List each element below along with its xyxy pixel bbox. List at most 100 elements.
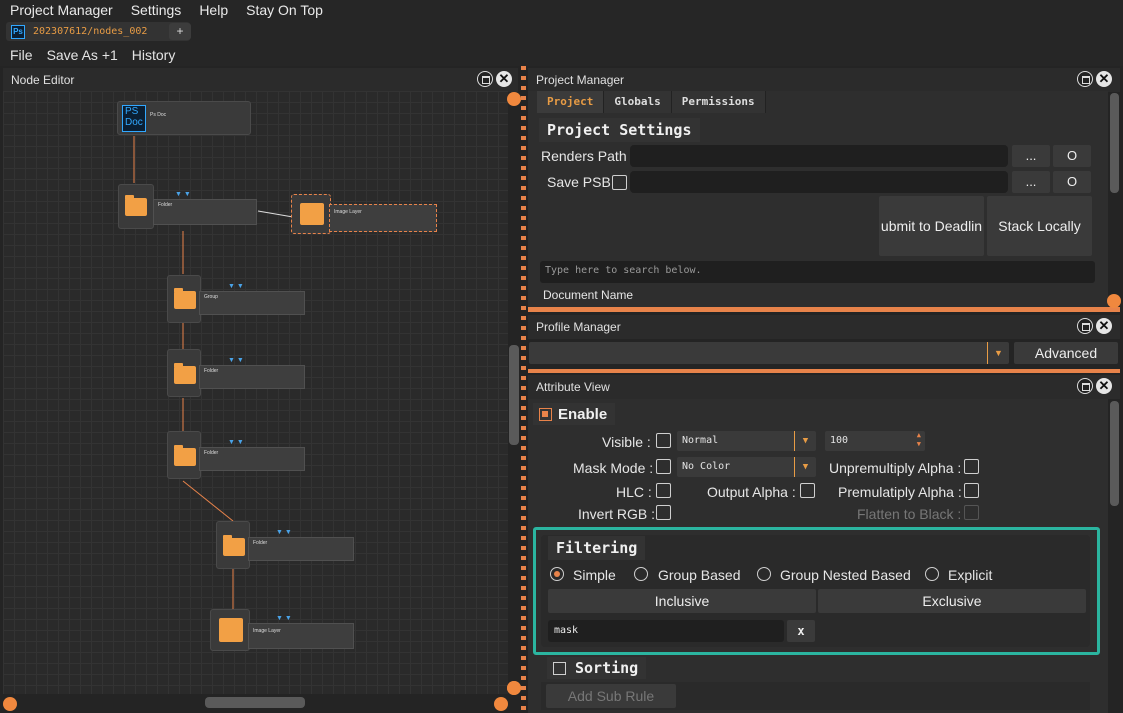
float-icon[interactable] — [1077, 71, 1093, 87]
project-manager-vscrollbar[interactable] — [1110, 93, 1119, 193]
stack-locally-button[interactable]: Stack Locally — [987, 196, 1092, 256]
node-label: Image Layer — [334, 209, 362, 215]
menu-save-as[interactable]: Save As +1 — [47, 47, 118, 63]
profile-manager-window-buttons: ✕ — [1077, 318, 1112, 334]
folder-node[interactable] — [167, 431, 201, 479]
image-icon — [219, 618, 243, 642]
project-manager-title: Project Manager — [528, 68, 1120, 92]
close-icon[interactable]: ✕ — [1096, 378, 1112, 394]
psb-browse-button[interactable]: ... — [1012, 171, 1050, 193]
node-body: Folder — [199, 447, 305, 471]
chevron-down-icon: ▼ — [794, 457, 816, 477]
node-editor-hscrollbar[interactable] — [205, 697, 305, 708]
project-manager-window-buttons: ✕ — [1077, 71, 1112, 87]
blend-mode-select[interactable]: Normal ▼ — [677, 431, 816, 451]
splitter-handle[interactable] — [494, 697, 508, 711]
close-icon[interactable]: ✕ — [1096, 71, 1112, 87]
highlight-box — [533, 527, 1100, 655]
ps-doc-node[interactable]: PS Doc Ps Doc — [117, 101, 251, 135]
splitter-handle[interactable] — [507, 92, 521, 106]
save-psb-label: Save PSB — [547, 174, 611, 190]
folder-node[interactable] — [216, 521, 250, 569]
visible-checkbox[interactable] — [656, 433, 671, 448]
hlc-checkbox[interactable] — [656, 483, 671, 498]
node-graph-canvas[interactable]: PS Doc Ps Doc Folder ▼▼ Image Layer Grou… — [3, 91, 508, 694]
folder-node[interactable] — [118, 184, 154, 229]
image-layer-node[interactable] — [210, 609, 250, 651]
output-alpha-label: Output Alpha : — [707, 484, 796, 500]
folder-node[interactable] — [167, 349, 201, 397]
enable-checkbox[interactable] — [539, 407, 552, 421]
folder-icon — [174, 288, 196, 309]
unpremultiply-checkbox[interactable] — [964, 459, 979, 474]
save-psb-input[interactable] — [630, 171, 1008, 193]
opacity-stepper[interactable]: 100 ▲ ▼ — [825, 431, 925, 451]
node-body: Image Layer — [248, 623, 354, 649]
renders-browse-button[interactable]: ... — [1012, 145, 1050, 167]
mask-color-select[interactable]: No Color ▼ — [677, 457, 816, 477]
menu-history[interactable]: History — [132, 47, 176, 63]
splitter-handle[interactable] — [1107, 294, 1121, 308]
menu-project-manager[interactable]: Project Manager — [10, 2, 113, 18]
premultiply-checkbox[interactable] — [964, 483, 979, 498]
mask-color-value: No Color — [682, 461, 731, 472]
psb-open-button[interactable]: O — [1053, 171, 1091, 193]
document-tab-label: 202307612/nodes_002 — [33, 26, 148, 37]
document-name-header[interactable]: Document Name — [543, 288, 633, 302]
float-icon[interactable] — [1077, 378, 1093, 394]
float-icon[interactable] — [477, 71, 493, 87]
tab-globals[interactable]: Globals — [604, 91, 672, 113]
splitter-handle[interactable] — [3, 697, 17, 711]
profile-select[interactable]: ▼ — [529, 342, 1009, 364]
menu-file[interactable]: File — [10, 47, 33, 63]
folder-node[interactable] — [167, 275, 201, 323]
node-label: Folder — [204, 368, 219, 374]
document-search-input[interactable]: Type here to search below. — [540, 261, 1095, 283]
node-label: Image Layer — [253, 628, 281, 634]
menu-settings[interactable]: Settings — [131, 2, 182, 18]
enable-section: Enable — [533, 403, 616, 425]
renders-open-button[interactable]: O — [1053, 145, 1091, 167]
menu-stay-on-top[interactable]: Stay On Top — [246, 2, 323, 18]
save-psb-checkbox[interactable] — [612, 175, 627, 190]
node-label: Group — [204, 294, 218, 300]
ps-doc-icon: PS Doc — [122, 105, 146, 132]
document-tab[interactable]: Ps 202307612/nodes_002 — [6, 22, 190, 41]
mask-mode-checkbox[interactable] — [656, 459, 671, 474]
attribute-view-vscrollbar[interactable] — [1110, 401, 1119, 506]
renders-path-label: Renders Path : — [541, 148, 635, 164]
visible-label: Visible : — [602, 434, 651, 450]
sorting-checkbox[interactable] — [553, 661, 566, 675]
stepper-arrows-icon[interactable]: ▲ ▼ — [917, 431, 921, 449]
sorting-section: Sorting — [547, 657, 647, 679]
blue-ports: ▼▼ — [276, 529, 294, 536]
tab-project[interactable]: Project — [537, 91, 605, 113]
node-label: Ps Doc — [150, 112, 167, 118]
close-icon[interactable]: ✕ — [1096, 318, 1112, 334]
node-editor-title-text: Node Editor — [11, 73, 75, 87]
vertical-splitter[interactable] — [521, 66, 526, 713]
tab-permissions[interactable]: Permissions — [671, 91, 766, 113]
submit-deadline-button[interactable]: ubmit to Deadlin — [879, 196, 984, 256]
app-menubar: Project Manager Settings Help Stay On To… — [0, 0, 1123, 20]
node-editor-vscrollbar[interactable] — [509, 345, 519, 445]
image-layer-node[interactable] — [291, 194, 331, 234]
float-icon[interactable] — [1077, 318, 1093, 334]
node-label: Folder — [253, 540, 268, 546]
mask-mode-label: Mask Mode : — [573, 460, 654, 476]
splitter-bar[interactable] — [528, 307, 1120, 312]
folder-icon — [223, 535, 245, 556]
premultiply-label: Premulatiply Alpha : — [838, 484, 962, 500]
unpremultiply-label: Unpremultiply Alpha : — [829, 460, 962, 476]
enable-label: Enable — [558, 405, 608, 423]
splitter-handle[interactable] — [507, 681, 521, 695]
splitter-bar[interactable] — [528, 369, 1120, 373]
renders-path-input[interactable] — [630, 145, 1008, 167]
close-icon[interactable]: ✕ — [496, 71, 512, 87]
menu-help[interactable]: Help — [199, 2, 228, 18]
output-alpha-checkbox[interactable] — [800, 483, 815, 498]
advanced-button[interactable]: Advanced — [1014, 342, 1118, 364]
add-tab-button[interactable]: + — [169, 23, 191, 40]
folder-icon — [174, 363, 196, 384]
invert-rgb-checkbox[interactable] — [656, 505, 671, 520]
